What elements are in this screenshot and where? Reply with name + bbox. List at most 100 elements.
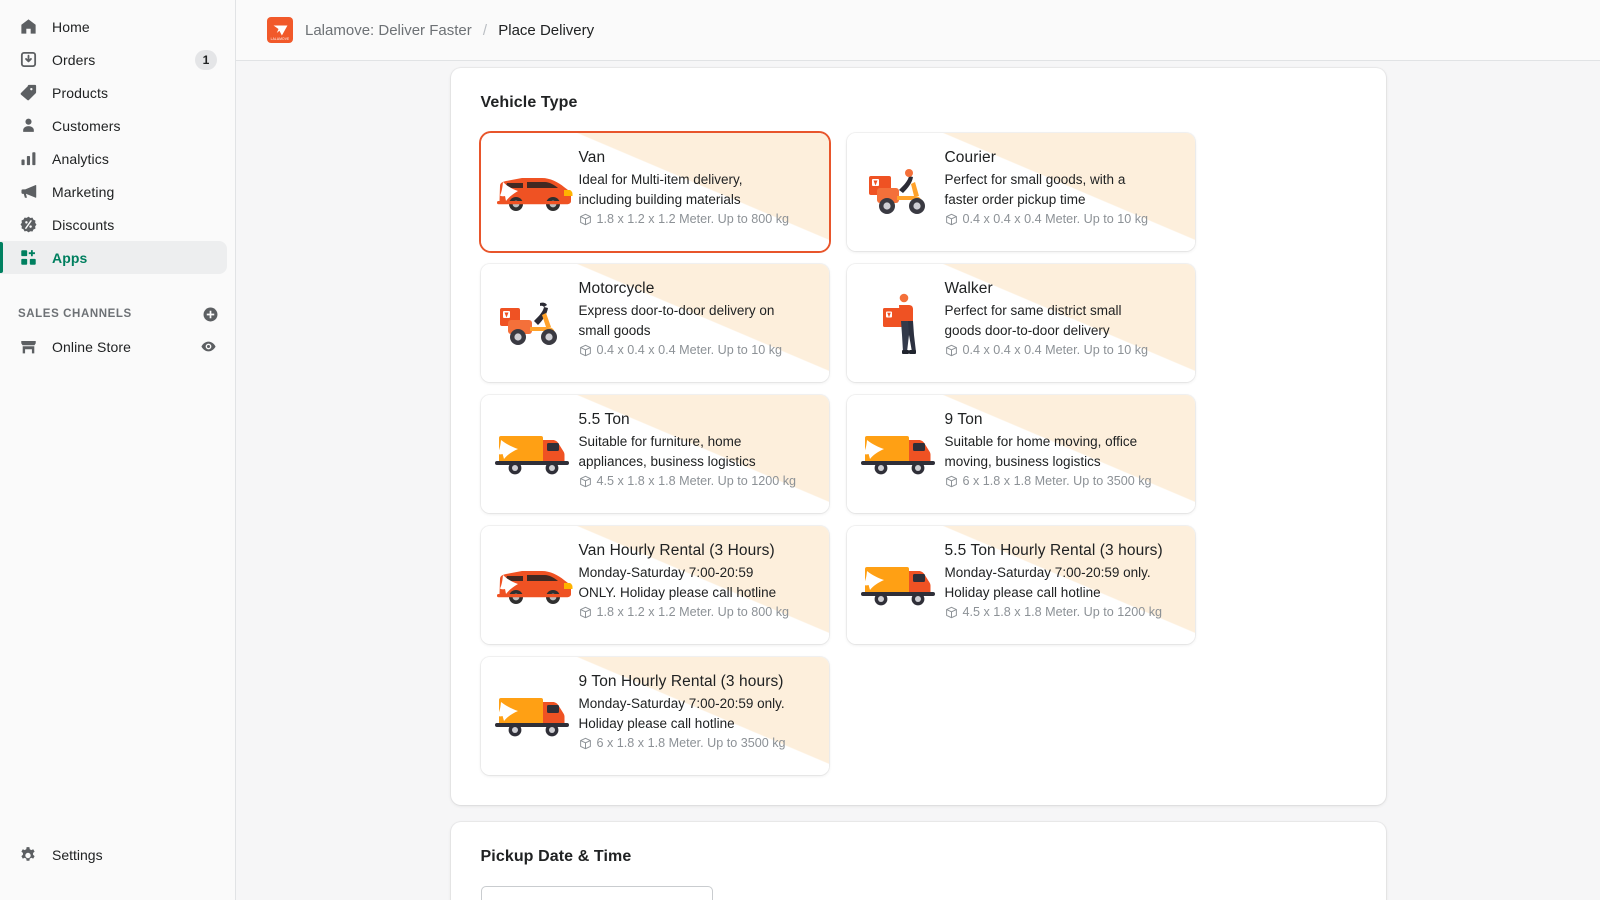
van-icon <box>491 557 575 613</box>
vehicle-card-dimensions: 1.8 x 1.2 x 1.2 Meter. Up to 800 kg <box>579 605 790 619</box>
vehicle-card-description: Monday-Saturday 7:00-20:59 only.Holiday … <box>945 563 1163 603</box>
sidebar-item-label: Products <box>52 85 108 101</box>
van-icon <box>491 164 575 220</box>
vehicle-card-grid: Van Ideal for Multi-item delivery,includ… <box>481 133 1356 775</box>
content-scroll-area[interactable]: Vehicle Type Van Ideal for Multi-item de… <box>236 61 1600 900</box>
van-icon <box>481 526 579 644</box>
vehicle-card-dimensions-text: 4.5 x 1.8 x 1.8 Meter. Up to 1200 kg <box>597 474 797 488</box>
package-box-icon <box>579 737 592 750</box>
vehicle-card-description: Monday-Saturday 7:00-20:59 only.Holiday … <box>579 694 786 734</box>
sidebar-item-apps[interactable]: Apps <box>0 241 227 274</box>
sidebar-item-label: Apps <box>52 250 87 266</box>
vehicle-card-desc-line: including building materials <box>579 190 790 210</box>
discounts-icon <box>18 215 38 235</box>
products-icon <box>18 83 38 103</box>
vehicle-card-dimensions: 6 x 1.8 x 1.8 Meter. Up to 3500 kg <box>579 736 786 750</box>
sidebar-item-label: Orders <box>52 52 95 68</box>
courier-scooter-icon <box>863 162 935 222</box>
settings-label: Settings <box>52 847 103 863</box>
truck-icon <box>481 395 579 513</box>
vehicle-card-desc-line: Monday-Saturday 7:00-20:59 <box>579 563 790 583</box>
eye-icon[interactable] <box>200 338 217 355</box>
vehicle-card-dimensions: 1.8 x 1.2 x 1.2 Meter. Up to 800 kg <box>579 212 790 226</box>
sidebar-item-label: Discounts <box>52 217 114 233</box>
sidebar-item-online-store[interactable]: Online Store <box>0 330 227 363</box>
sidebar-item-label: Home <box>52 19 90 35</box>
vehicle-card[interactable]: 5.5 Ton Suitable for furniture, homeappl… <box>481 395 829 513</box>
sidebar-item-customers[interactable]: Customers <box>0 109 227 142</box>
breadcrumb-separator: / <box>483 22 487 39</box>
sidebar-item-home[interactable]: Home <box>0 10 227 43</box>
pickup-date-input[interactable] <box>481 886 713 900</box>
sidebar-item-marketing[interactable]: Marketing <box>0 175 227 208</box>
vehicle-card-desc-line: Monday-Saturday 7:00-20:59 only. <box>579 694 786 714</box>
vehicle-card[interactable]: Van Ideal for Multi-item delivery,includ… <box>481 133 829 251</box>
gear-icon <box>18 845 38 865</box>
vehicle-card-desc-line: Perfect for same district small <box>945 301 1149 321</box>
motorcycle-icon <box>496 294 570 352</box>
package-box-icon <box>579 606 592 619</box>
sidebar-item-analytics[interactable]: Analytics <box>0 142 227 175</box>
vehicle-card-desc-line: goods door-to-door delivery <box>945 321 1149 341</box>
vehicle-card[interactable]: Motorcycle Express door-to-door delivery… <box>481 264 829 382</box>
breadcrumb-app-link[interactable]: Lalamove: Deliver Faster <box>305 22 472 39</box>
sidebar-item-discounts[interactable]: Discounts <box>0 208 227 241</box>
vehicle-card-name: Motorcycle <box>579 278 783 300</box>
vehicle-card-dimensions: 0.4 x 0.4 x 0.4 Meter. Up to 10 kg <box>945 212 1149 226</box>
vehicle-card[interactable]: 9 Ton Hourly Rental (3 hours) Monday-Sat… <box>481 657 829 775</box>
walker-icon <box>847 264 945 382</box>
page-title: Vehicle Type <box>481 94 1356 112</box>
vehicle-card-desc-line: Monday-Saturday 7:00-20:59 only. <box>945 563 1163 583</box>
vehicle-card-desc-line: small goods <box>579 321 783 341</box>
sidebar-item-orders[interactable]: Orders 1 <box>0 43 227 76</box>
truck-icon <box>857 426 941 482</box>
package-box-icon <box>945 344 958 357</box>
vehicle-card-name: Van <box>579 147 790 169</box>
breadcrumb-current: Place Delivery <box>498 22 594 39</box>
sidebar-item-label: Analytics <box>52 151 109 167</box>
pickup-title: Pickup Date & Time <box>481 848 1356 866</box>
sidebar-item-label: Marketing <box>52 184 114 200</box>
vehicle-type-panel: Vehicle Type Van Ideal for Multi-item de… <box>451 68 1386 805</box>
package-box-icon <box>579 213 592 226</box>
vehicle-card-dimensions-text: 1.8 x 1.2 x 1.2 Meter. Up to 800 kg <box>597 605 790 619</box>
home-icon <box>18 17 38 37</box>
truck-icon <box>847 395 945 513</box>
vehicle-card-desc-line: Suitable for furniture, home <box>579 432 797 452</box>
vehicle-card-name: Walker <box>945 278 1149 300</box>
vehicle-card-dimensions-text: 0.4 x 0.4 x 0.4 Meter. Up to 10 kg <box>597 343 783 357</box>
vehicle-card-name: 5.5 Ton <box>579 409 797 431</box>
sidebar: Home Orders 1 Products Customers A <box>0 0 236 900</box>
vehicle-card-dimensions-text: 0.4 x 0.4 x 0.4 Meter. Up to 10 kg <box>963 343 1149 357</box>
lalamove-logo: LALAMOVE <box>267 17 293 43</box>
motorcycle-icon <box>481 264 579 382</box>
vehicle-card[interactable]: 5.5 Ton Hourly Rental (3 hours) Monday-S… <box>847 526 1195 644</box>
walker-icon <box>875 288 923 358</box>
storefront-icon <box>18 337 38 357</box>
sidebar-nav: Home Orders 1 Products Customers A <box>0 0 235 274</box>
sidebar-item-settings[interactable]: Settings <box>0 838 235 872</box>
vehicle-card-dimensions-text: 0.4 x 0.4 x 0.4 Meter. Up to 10 kg <box>963 212 1149 226</box>
vehicle-card[interactable]: 9 Ton Suitable for home moving, officemo… <box>847 395 1195 513</box>
main-region: LALAMOVE Lalamove: Deliver Faster / Plac… <box>236 0 1600 900</box>
vehicle-card-dimensions-text: 4.5 x 1.8 x 1.8 Meter. Up to 1200 kg <box>963 605 1163 619</box>
vehicle-card[interactable]: Courier Perfect for small goods, with af… <box>847 133 1195 251</box>
plus-circle-icon[interactable] <box>202 306 219 323</box>
vehicle-card-dimensions-text: 1.8 x 1.2 x 1.2 Meter. Up to 800 kg <box>597 212 790 226</box>
vehicle-card-dimensions: 0.4 x 0.4 x 0.4 Meter. Up to 10 kg <box>579 343 783 357</box>
vehicle-card-desc-line: moving, business logistics <box>945 452 1152 472</box>
vehicle-card-dimensions-text: 6 x 1.8 x 1.8 Meter. Up to 3500 kg <box>963 474 1152 488</box>
analytics-icon <box>18 149 38 169</box>
courier-scooter-icon <box>847 133 945 251</box>
sidebar-item-products[interactable]: Products <box>0 76 227 109</box>
vehicle-card-name: 9 Ton Hourly Rental (3 hours) <box>579 671 786 693</box>
vehicle-card-description: Express door-to-door delivery onsmall go… <box>579 301 783 341</box>
breadcrumb: Lalamove: Deliver Faster / Place Deliver… <box>305 22 594 39</box>
sales-channels-header: SALES CHANNELS <box>0 298 235 330</box>
truck-icon <box>857 557 941 613</box>
vehicle-card[interactable]: Van Hourly Rental (3 Hours) Monday-Satur… <box>481 526 829 644</box>
vehicle-card[interactable]: Walker Perfect for same district smallgo… <box>847 264 1195 382</box>
vehicle-card-name: 9 Ton <box>945 409 1152 431</box>
vehicle-card-dimensions: 4.5 x 1.8 x 1.8 Meter. Up to 1200 kg <box>945 605 1163 619</box>
vehicle-card-desc-line: faster order pickup time <box>945 190 1149 210</box>
